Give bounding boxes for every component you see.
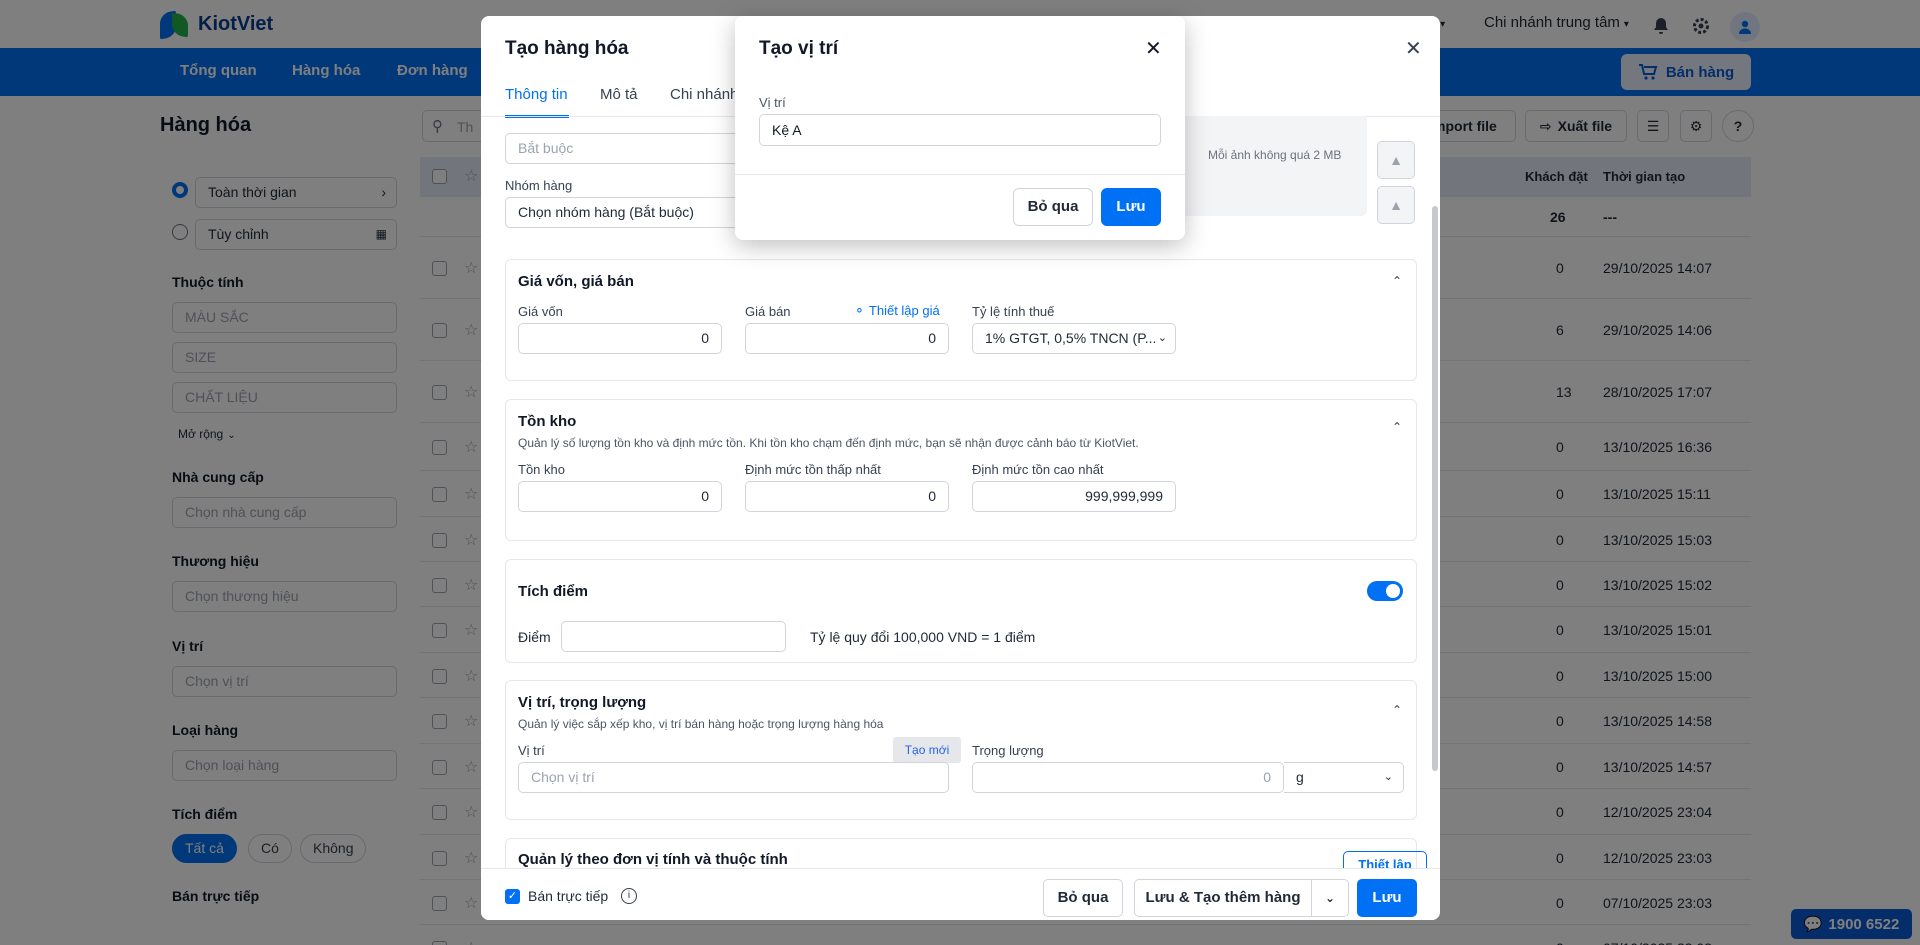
chevron-down-icon: ⌄ [1383,771,1393,783]
cost-label: Giá vốn [518,304,563,319]
product-skip-button[interactable]: Bỏ qua [1043,879,1123,917]
location-weight-section: Vị trí, trọng lượng ⌃ Quản lý việc sắp x… [505,680,1417,820]
product-save-button[interactable]: Lưu [1357,879,1417,917]
image-placeholder-icon[interactable]: ▲ [1377,141,1415,179]
points-input[interactable] [561,621,786,652]
image-upload-area[interactable] [1181,116,1367,216]
sell-price-label: Giá bán [745,304,791,319]
create-location-link[interactable]: Tạo mới [893,737,961,763]
points-section-title: Tích điểm [518,583,589,600]
direct-sale-checkbox[interactable]: ✓ [505,889,520,904]
chevron-up-icon[interactable]: ⌃ [1392,274,1402,288]
close-icon[interactable]: ✕ [1405,36,1422,61]
unit-setup-button[interactable]: Thiết lập [1343,851,1427,868]
price-setup-link[interactable]: ⚬ Thiết lập giá [854,303,940,319]
stock-section-title: Tồn kho [518,413,577,430]
unit-attribute-section: Quản lý theo đơn vị tính và thuộc tính T… [505,838,1427,868]
max-stock-label: Định mức tồn cao nhất [972,462,1104,477]
stock-section-desc: Quản lý số lượng tồn kho và định mức tồn… [518,436,1139,450]
modal-scrollbar[interactable] [1432,206,1438,771]
cost-price-input[interactable]: 0 [518,323,722,354]
tab-description[interactable]: Mô tả [600,86,638,103]
tax-rate-select[interactable]: 1% GTGT, 0,5% TNCN (P... ⌄ [972,323,1176,354]
info-icon[interactable]: i [621,888,637,904]
location-section-title: Vị trí, trọng lượng [518,694,647,711]
create-location-dialog: Tạo vị trí ✕ Vị trí Bỏ qua Lưu [735,16,1185,240]
sell-price-input[interactable]: 0 [745,323,949,354]
min-stock-label: Định mức tồn thấp nhất [745,462,881,477]
min-stock-input[interactable]: 0 [745,481,949,512]
image-size-note: Mỗi ảnh không quá 2 MB [1208,148,1342,162]
chevron-down-icon: ⌄ [1324,891,1336,905]
tab-branch[interactable]: Chi nhánh [670,86,738,103]
points-label: Điểm [518,629,551,645]
tag-icon: ⚬ [854,303,865,318]
tab-info[interactable]: Thông tin [505,86,568,103]
location-select[interactable]: Chọn vị trí [518,762,949,793]
price-section: Giá vốn, giá bán ⌃ Giá vốn 0 Giá bán ⚬ Th… [505,259,1417,381]
location-field-label: Vị trí [759,95,786,110]
location-section-desc: Quản lý việc sắp xếp kho, vị trí bán hàn… [518,717,884,731]
product-modal-footer: ✓ Bán trực tiếp i Bỏ qua Lưu & Tạo thêm … [481,868,1440,920]
chevron-up-icon[interactable]: ⌃ [1392,420,1402,434]
points-ratio-text: Tỷ lệ quy đổi 100,000 VND = 1 điểm [810,629,1036,645]
points-section: Tích điểm Điểm Tỷ lệ quy đổi 100,000 VND… [505,559,1417,663]
weight-unit-select[interactable]: g ⌄ [1284,762,1404,793]
weight-input[interactable]: 0 [972,762,1284,793]
save-and-create-button[interactable]: Lưu & Tạo thêm hàng [1134,879,1312,917]
stock-section: Tồn kho ⌃ Quản lý số lượng tồn kho và đị… [505,399,1417,541]
tax-label: Tỷ lệ tính thuế [972,304,1055,319]
image-placeholder-icon[interactable]: ▲ [1377,186,1415,224]
location-name-input[interactable] [759,114,1161,146]
location-label: Vị trí [518,743,545,758]
stock-label: Tồn kho [518,462,565,477]
weight-label: Trọng lượng [972,743,1044,758]
price-section-title: Giá vốn, giá bán [518,273,634,290]
close-icon[interactable]: ✕ [1145,36,1162,61]
dialog-skip-button[interactable]: Bỏ qua [1013,188,1093,226]
save-options-dropdown[interactable]: ⌄ [1311,879,1349,917]
direct-sale-label: Bán trực tiếp [528,888,609,904]
stock-input[interactable]: 0 [518,481,722,512]
max-stock-input[interactable]: 999,999,999 [972,481,1176,512]
chevron-down-icon: ⌄ [1157,332,1167,344]
points-toggle[interactable] [1367,581,1403,601]
unit-section-title: Quản lý theo đơn vị tính và thuộc tính [518,851,788,868]
dialog-title: Tạo vị trí [759,38,839,59]
dialog-save-button[interactable]: Lưu [1101,188,1161,226]
chevron-up-icon[interactable]: ⌃ [1392,703,1402,717]
group-label: Nhóm hàng [505,178,573,193]
product-modal-title: Tạo hàng hóa [505,38,629,59]
